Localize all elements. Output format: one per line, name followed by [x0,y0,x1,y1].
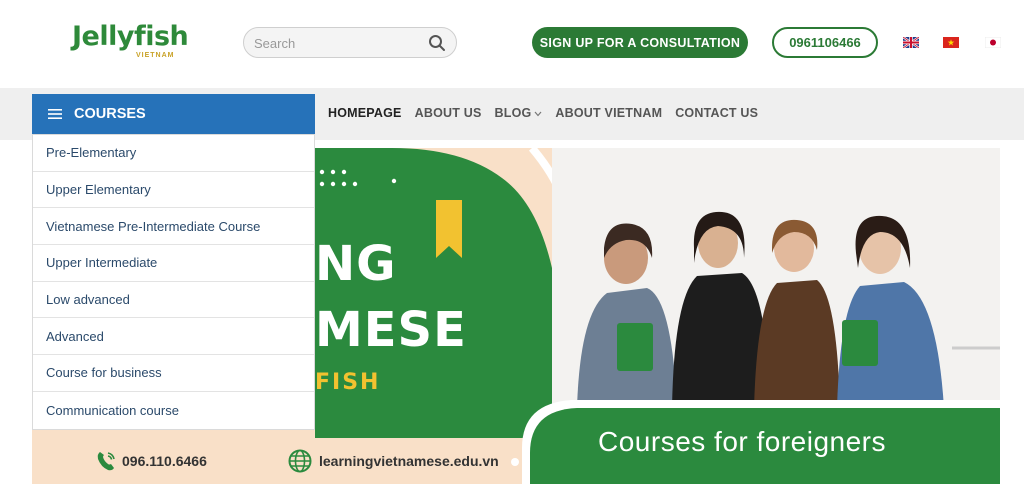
menu-item-low-advanced[interactable]: Low advanced [33,282,314,319]
banner-phone-number: 096.110.6466 [122,453,207,469]
headline-line-3: FISH [315,370,381,395]
menu-item-business[interactable]: Course for business [33,355,314,392]
hamburger-icon [48,109,62,119]
nav-link-blog-label: BLOG [494,106,532,120]
courses-label: COURSES [74,106,146,122]
phone-icon [97,452,115,471]
nav-link-contact-us[interactable]: CONTACT US [675,106,758,120]
menu-item-pre-elementary[interactable]: Pre-Elementary [33,135,314,172]
search-icon[interactable] [428,34,446,52]
courses-dropdown-menu: Pre-Elementary Upper Elementary Vietname… [32,134,315,430]
nav-link-blog[interactable]: BLOG [495,106,543,120]
nav-link-about-vietnam[interactable]: ABOUT VIETNAM [555,106,662,120]
globe-icon [288,449,312,473]
phone-button[interactable]: 0961106466 [772,27,878,58]
menu-item-upper-elementary[interactable]: Upper Elementary [33,172,314,209]
search-box [243,27,457,58]
nav-links: HOMEPAGE ABOUT US BLOG ABOUT VIETNAM CON… [328,106,771,120]
flag-uk-icon[interactable] [903,37,919,48]
headline-line-1: NG [315,236,397,292]
chevron-down-icon [534,111,542,117]
menu-item-upper-intermediate[interactable]: Upper Intermediate [33,245,314,282]
nav-link-homepage[interactable]: HOMEPAGE [328,106,402,120]
menu-item-pre-intermediate[interactable]: Vietnamese Pre-Intermediate Course [33,208,314,246]
menu-item-advanced[interactable]: Advanced [33,318,314,356]
banner-tagline: Courses for foreigners [598,426,887,457]
menu-item-communication[interactable]: Communication course [33,392,314,429]
banner-website-url: learningvietnamese.edu.vn [319,453,499,469]
site-header: Jellyfish VIETNAM SIGN UP FOR A CONSULTA… [0,0,1024,88]
banner-phone: 096.110.6466 [96,450,207,472]
logo-subtext: VIETNAM [136,52,175,59]
flag-japan-icon[interactable] [985,37,1001,48]
site-logo[interactable]: Jellyfish VIETNAM [72,21,189,64]
consultation-button[interactable]: SIGN UP FOR A CONSULTATION [532,27,748,58]
search-input[interactable] [254,34,424,52]
headline-line-2: MESE [315,302,467,358]
logo-text: Jellyfish [72,21,189,52]
nav-link-about-us[interactable]: ABOUT US [415,106,482,120]
banner-website: learningvietnamese.edu.vn [288,449,499,473]
courses-menu-button[interactable]: COURSES [32,94,315,134]
flag-vietnam-icon[interactable] [943,37,959,48]
